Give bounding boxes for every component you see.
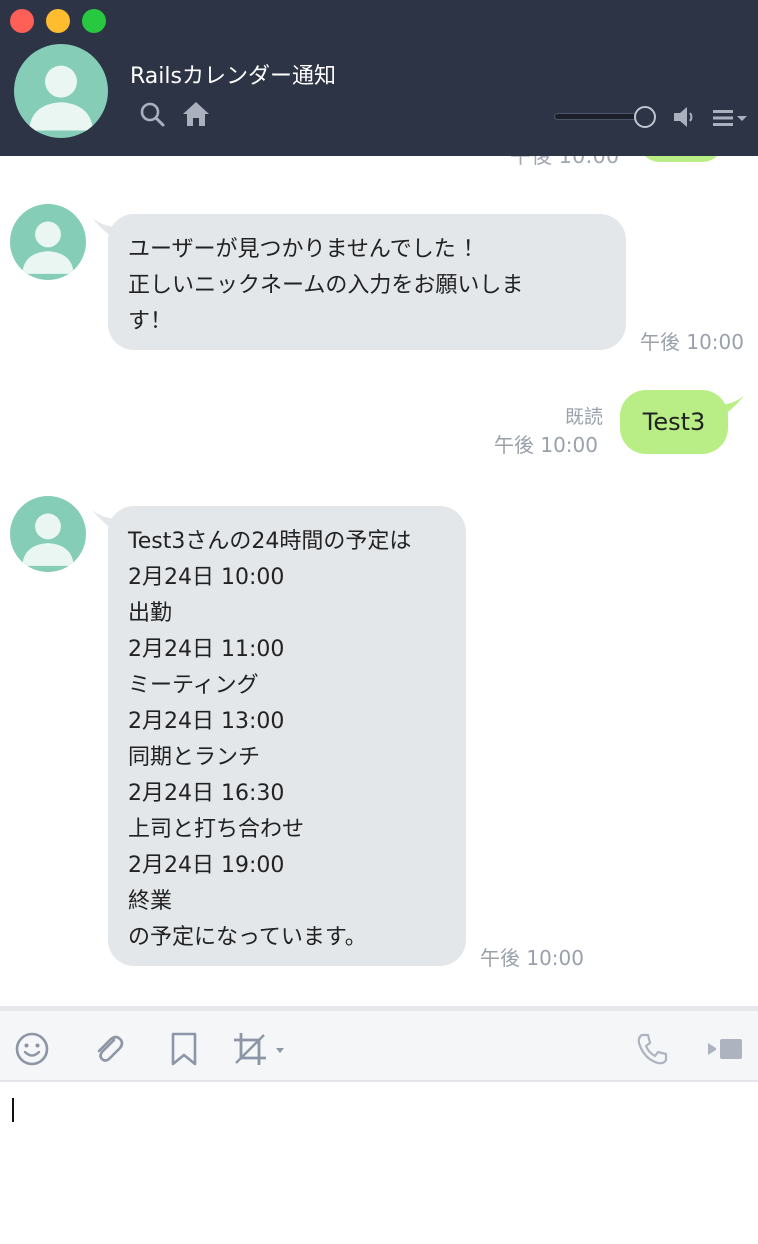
chat-title: Railsカレンダー通知 bbox=[130, 64, 336, 89]
bookmark-icon[interactable] bbox=[166, 1031, 202, 1067]
incoming-message-bubble[interactable]: Test3さんの24時間の予定は 2月24日 10:00 出勤 2月24日 11… bbox=[108, 506, 466, 966]
message-input[interactable] bbox=[0, 1082, 758, 1244]
message-line: す！ bbox=[128, 309, 173, 334]
message-line: 2月24日 16:30 bbox=[128, 781, 285, 806]
speaker-icon[interactable] bbox=[672, 104, 698, 130]
message-line: の予定になっています。 bbox=[128, 925, 367, 950]
user-silhouette-icon bbox=[22, 513, 74, 566]
message-line: 2月24日 11:00 bbox=[128, 637, 285, 662]
read-receipt: 既読 bbox=[565, 406, 604, 428]
home-icon[interactable] bbox=[182, 100, 210, 128]
message-line: 上司と打ち合わせ bbox=[128, 817, 305, 842]
message-time: 午後 10:00 bbox=[640, 330, 744, 354]
message-line: 正しいニックネームの入力をお願いしま bbox=[128, 273, 524, 298]
sender-avatar[interactable] bbox=[10, 204, 86, 280]
message-line: ユーザーが見つかりませんでした ！ bbox=[128, 237, 485, 262]
phone-icon[interactable] bbox=[634, 1031, 670, 1067]
window-maximize-button[interactable] bbox=[82, 9, 106, 33]
attachment-icon[interactable] bbox=[90, 1031, 126, 1067]
crop-icon[interactable] bbox=[232, 1031, 288, 1067]
message-line: 出勤 bbox=[128, 601, 173, 626]
message-time: 午後 10:00 bbox=[510, 156, 620, 168]
outgoing-message-bubble[interactable]: Test3 bbox=[620, 390, 728, 454]
volume-slider-handle[interactable] bbox=[634, 106, 656, 128]
message-time: 午後 10:00 bbox=[494, 433, 598, 457]
message-line: 終業 bbox=[128, 889, 173, 914]
message-line: 2月24日 19:00 bbox=[128, 853, 285, 878]
text-cursor bbox=[12, 1098, 14, 1122]
video-icon[interactable] bbox=[706, 1031, 744, 1067]
window-minimize-button[interactable] bbox=[46, 9, 70, 33]
message-line: Test3さんの24時間の予定は bbox=[128, 529, 412, 554]
chat-avatar[interactable] bbox=[14, 44, 108, 138]
outgoing-message-bubble[interactable] bbox=[638, 156, 724, 162]
message-line: 2月24日 13:00 bbox=[128, 709, 285, 734]
message-time: 午後 10:00 bbox=[480, 946, 584, 970]
emoji-icon[interactable] bbox=[14, 1031, 50, 1067]
message-list[interactable]: 午後 10:00 ユーザーが見つかりませんでした ！ 正しいニックネームの入力を… bbox=[0, 156, 758, 1006]
chat-header: Railsカレンダー通知 bbox=[0, 0, 758, 156]
sender-avatar[interactable] bbox=[10, 496, 86, 572]
message-line: 2月24日 10:00 bbox=[128, 565, 285, 590]
message-text: Test3 bbox=[642, 408, 706, 436]
menu-icon[interactable] bbox=[712, 106, 750, 130]
message-line: ミーティング bbox=[128, 673, 259, 698]
user-silhouette-icon bbox=[22, 221, 74, 274]
user-silhouette-icon bbox=[29, 65, 93, 131]
message-line: 同期とランチ bbox=[128, 745, 261, 770]
bubble-tail bbox=[720, 396, 744, 418]
search-icon[interactable] bbox=[138, 100, 166, 128]
message-input-area[interactable] bbox=[0, 1082, 758, 1244]
incoming-message-bubble[interactable]: ユーザーが見つかりませんでした ！ 正しいニックネームの入力をお願いしま す！ bbox=[108, 214, 626, 350]
composer-toolbar bbox=[0, 1006, 758, 1082]
window-close-button[interactable] bbox=[10, 9, 34, 33]
